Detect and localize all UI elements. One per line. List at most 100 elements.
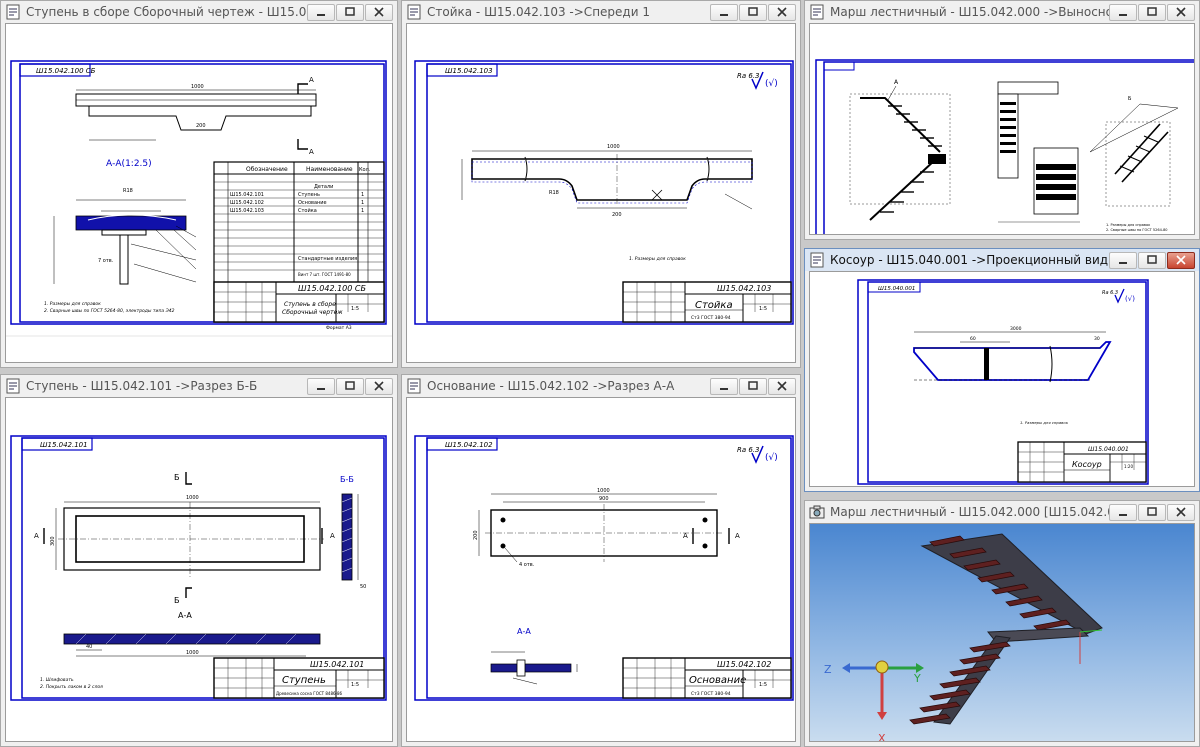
minimize-button[interactable] [710,3,738,21]
close-button[interactable] [768,3,796,21]
title-block-scale: 1:20 [1124,464,1133,469]
spec-section-details: Детали [314,184,333,190]
close-button[interactable] [1167,251,1195,269]
spec-header-code: Обозначение [246,166,288,173]
spec-row-name: Основание [298,200,327,206]
title-block-scale: 1:5 [351,306,359,312]
title-block-name: Ступень [282,675,326,686]
drawing-note: 1. Размеры для справок [629,256,686,262]
title-block-name: Основание [689,675,746,686]
title-block: Ш15.042.103 Стойка Ст3 ГОСТ 380-94 1:5 [622,281,792,323]
drawing-doc-icon [5,4,21,20]
restore-icon [748,381,758,390]
close-button[interactable] [768,377,796,395]
section-label: А-А(1:2.5) [106,159,152,169]
title-block-code: Ш15.042.103 [717,284,771,293]
window-title: Косоур - Ш15.040.001 ->Проекционный вид … [830,253,1109,267]
title-block-scale: 1:5 [759,306,767,312]
restore-button[interactable] [739,377,767,395]
model-viewport[interactable]: Z Y X [809,523,1195,742]
minimize-icon [720,14,728,16]
drawing-viewport[interactable]: А Б 1. Размеры для справок 2. Сварные шв… [809,23,1195,235]
minimize-button[interactable] [1109,251,1137,269]
titlebar[interactable]: Марш лестничный - Ш15.042.000 [Ш15.042.0… [805,501,1199,523]
drawing-viewport[interactable]: Ш15.042.102 Ra 6.3 (√) 1000 900 200 4 от… [406,397,796,742]
cut-label-a-2: А [735,532,740,540]
restore-button[interactable] [336,377,364,395]
close-icon [374,381,384,391]
window-osnovanie[interactable]: Основание - Ш15.042.102 ->Разрез А-А Ш15… [401,374,801,747]
window-marsh-3d[interactable]: Марш лестничный - Ш15.042.000 [Ш15.042.0… [804,500,1200,747]
dim-200: 200 [473,530,479,540]
restore-button[interactable] [1138,3,1166,21]
dim-900: 900 [599,496,609,502]
spec-row-qty: 1 [361,192,364,198]
drawing-note: 2. Сварные швы по ГОСТ 5264-80 [1106,228,1168,232]
roughness-mark: Ra 6.3 [737,72,760,80]
minimize-button[interactable] [307,377,335,395]
titlebar[interactable]: Марш лестничный - Ш15.042.000 ->Выносно.… [805,1,1199,23]
minimize-icon [317,14,325,16]
title-block-material: Ст3 ГОСТ 380-94 [691,691,731,697]
window-marsh-vynosnoy[interactable]: Марш лестничный - Ш15.042.000 ->Выносно.… [804,0,1200,240]
dim-3000: 3000 [1010,326,1022,332]
drawing-viewport[interactable]: Ш15.040.001 Ra 6.3 (√) 3000 60 30 1. Раз… [809,271,1195,487]
restore-button[interactable] [1138,503,1166,521]
window-title: Марш лестничный - Ш15.042.000 ->Выносно.… [830,5,1109,19]
axis-label-x: X [878,732,886,742]
title-block-name: Стойка [695,300,733,311]
spec-header-qty: Кол. [359,167,371,173]
svg-text:7 отв.: 7 отв. [98,258,114,264]
title-block: Ш15.042.102 Основание Ст3 ГОСТ 380-94 1:… [622,657,792,699]
window-stupen-razrez[interactable]: Ступень - Ш15.042.101 ->Разрез Б-Б Ш15.0… [0,374,398,747]
title-block-code: Ш15.042.101 [310,660,364,669]
svg-text:(√): (√) [765,452,778,463]
close-button[interactable] [365,3,393,21]
title-block: Ш15.042.101 Ступень Древесина сосна ГОСТ… [213,657,385,699]
roughness-mark: Ra 6.3 [737,446,760,454]
restore-button[interactable] [336,3,364,21]
close-button[interactable] [1167,503,1195,521]
window-kosour[interactable]: Косоур - Ш15.040.001 ->Проекционный вид … [804,248,1200,492]
restore-icon [1147,7,1157,16]
close-icon [1176,255,1186,265]
corner-stamp: Ш15.040.001 [878,286,915,292]
dim-holes: 4 отв. [519,562,535,568]
restore-icon [345,381,355,390]
restore-button[interactable] [739,3,767,21]
drawing-viewport[interactable]: Ш15.042.100 СБ 1000 200 А А А-А(1:2.5) R… [5,23,393,363]
title-block-code: Ш15.040.001 [1088,446,1129,453]
minimize-button[interactable] [1109,3,1137,21]
title-block-code: Ш15.042.100 СБ [298,284,366,293]
titlebar[interactable]: Основание - Ш15.042.102 ->Разрез А-А [402,375,800,397]
restore-button[interactable] [1138,251,1166,269]
window-stupen-sbor[interactable]: Ступень в сборе Сборочный чертеж - Ш15.0… [0,0,398,368]
drawing-viewport[interactable]: Ш15.042.101 Б Б-Б 1000 300 А А Б 50 А-А [5,397,393,742]
title-block-name-2: Сборочный чертеж [282,309,343,316]
titlebar[interactable]: Стойка - Ш15.042.103 ->Спереди 1 [402,1,800,23]
close-button[interactable] [365,377,393,395]
minimize-button[interactable] [710,377,738,395]
minimize-button[interactable] [307,3,335,21]
titlebar[interactable]: Косоур - Ш15.040.001 ->Проекционный вид … [805,249,1199,271]
drawing-note: 1. Размеры для справок [44,301,101,307]
close-button[interactable] [1167,3,1195,21]
minimize-icon [1119,514,1127,516]
drawing-doc-icon [809,4,825,20]
restore-icon [748,7,758,16]
titlebar[interactable]: Ступень - Ш15.042.101 ->Разрез Б-Б [1,375,397,397]
corner-stamp: Ш15.042.100 СБ [36,67,96,75]
window-title: Ступень в сборе Сборочный чертеж - Ш15.0… [26,5,307,19]
title-block-material: Ст3 ГОСТ 380-94 [691,315,731,321]
window-title: Основание - Ш15.042.102 ->Разрез А-А [427,379,675,393]
close-icon [1176,7,1186,17]
window-stoyka[interactable]: Стойка - Ш15.042.103 ->Спереди 1 Ш15.042… [401,0,801,368]
axis-triad[interactable]: Z Y X [824,660,924,742]
section-label-aa: А-А [178,611,192,620]
minimize-button[interactable] [1109,503,1137,521]
titlebar[interactable]: Ступень в сборе Сборочный чертеж - Ш15.0… [1,1,397,23]
stair-3d-model: Z Y X [824,533,1103,742]
drawing-sheet: Ш15.040.001 Ra 6.3 (√) 3000 60 30 1. Раз… [857,279,1149,485]
drawing-viewport[interactable]: Ш15.042.103 Ra 6.3 (√) 1000 200 R18 1. Р… [406,23,796,363]
dim-300: 300 [50,536,56,546]
